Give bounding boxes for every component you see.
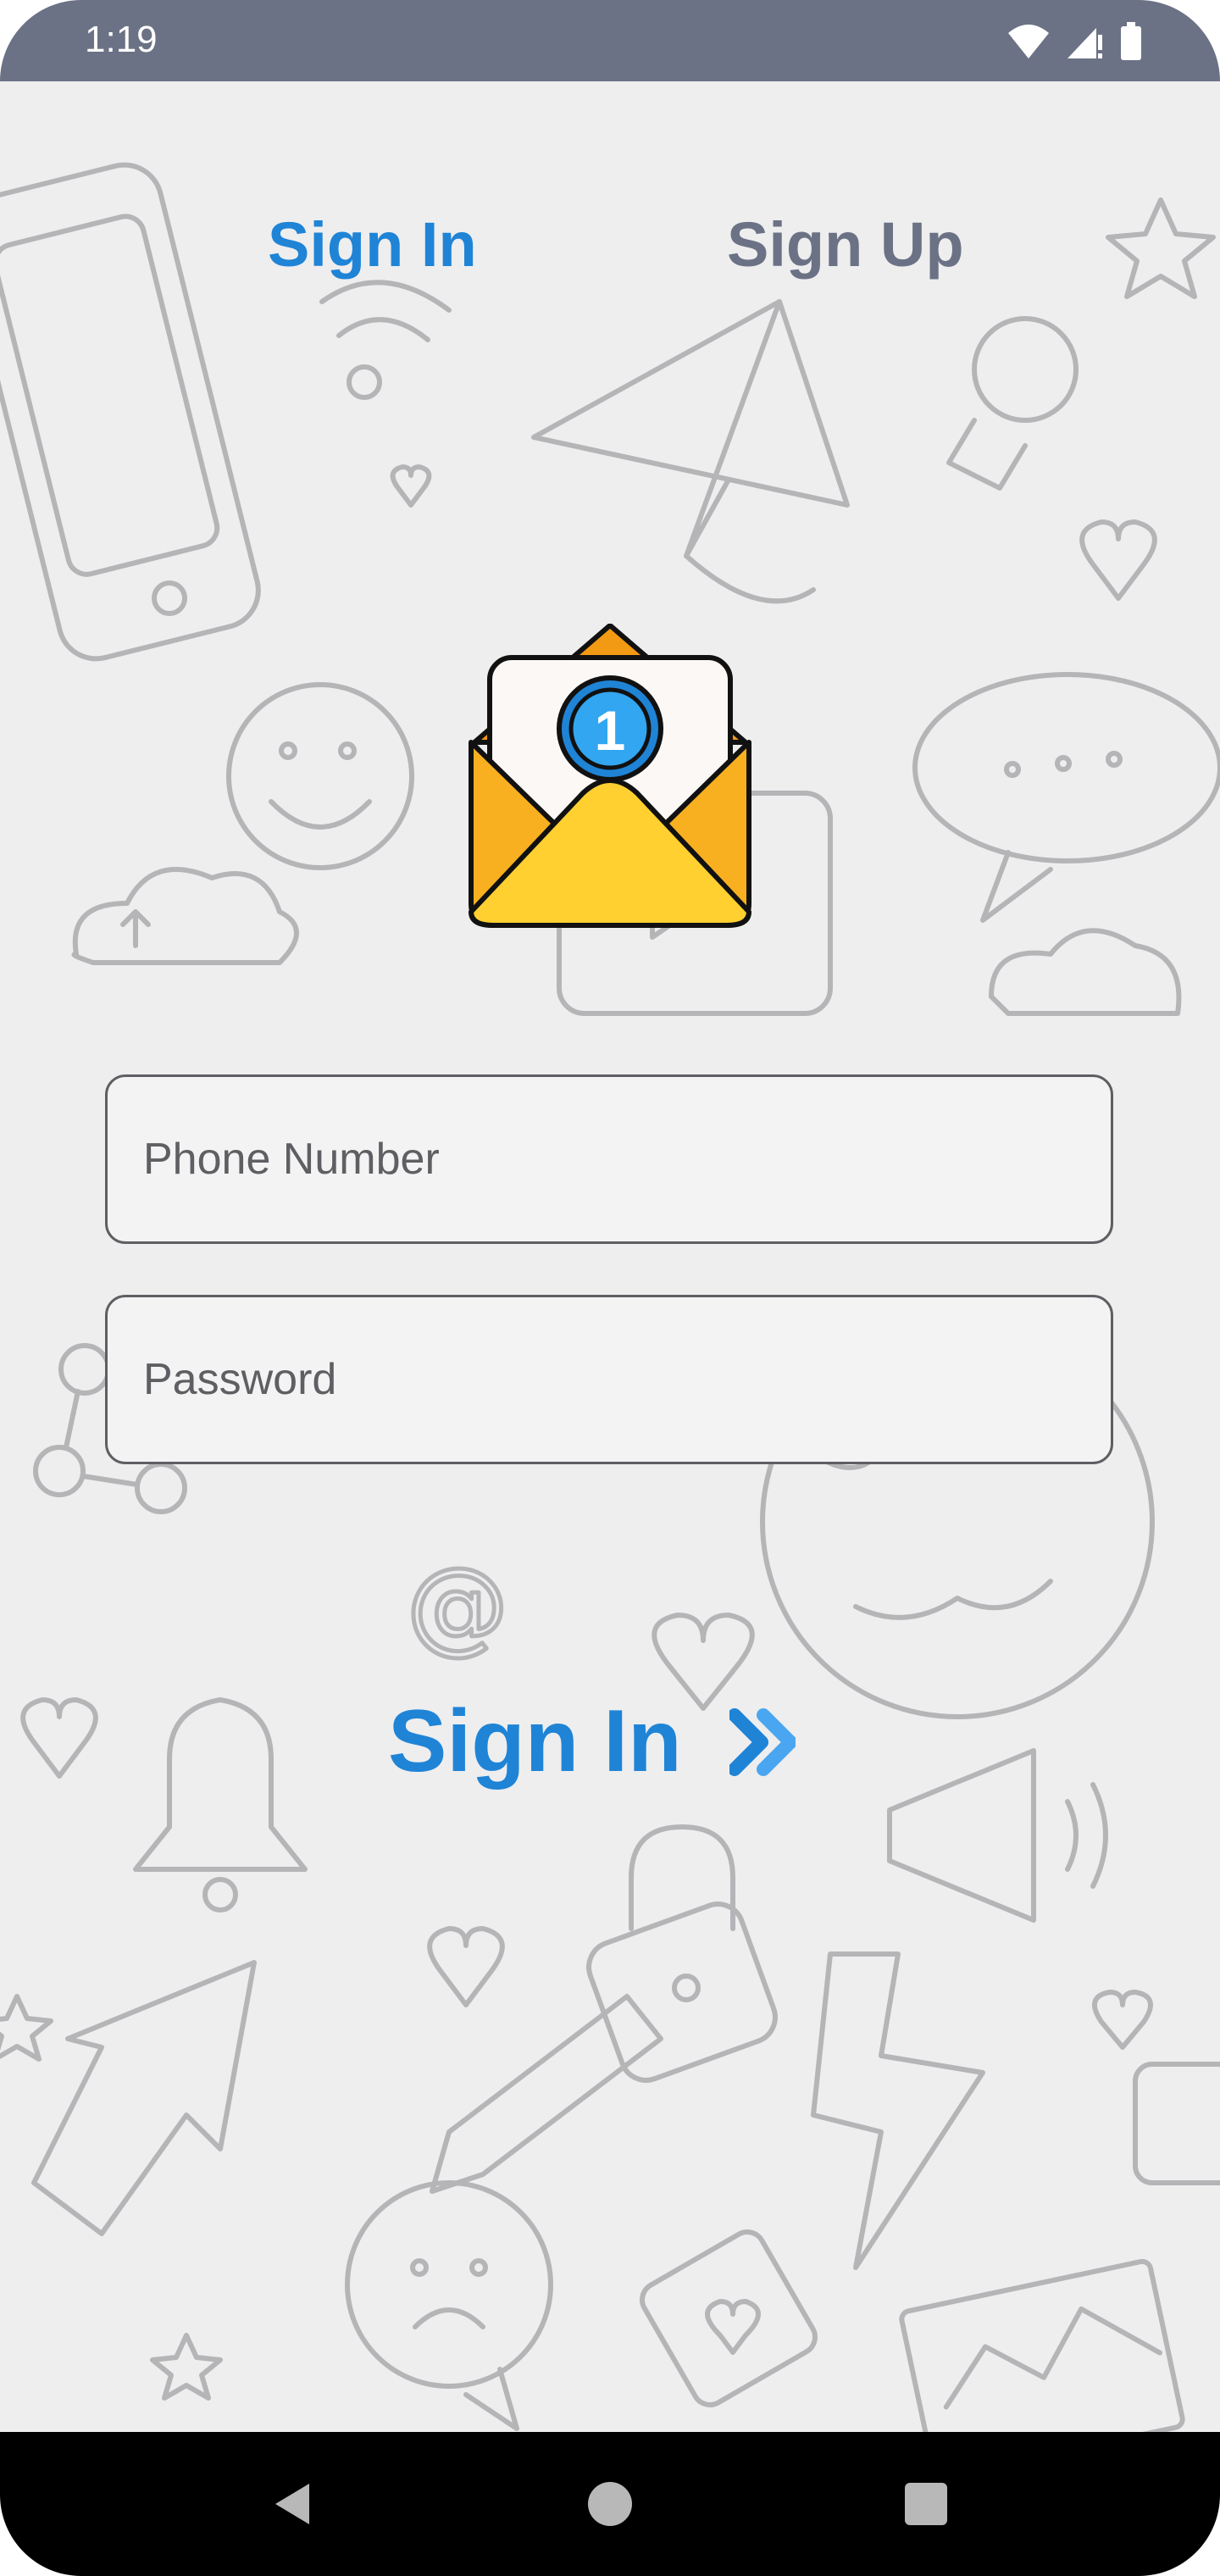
wifi-doodle xyxy=(319,280,452,400)
svg-text:@: @ xyxy=(407,1547,508,1665)
recents-icon xyxy=(905,2483,947,2525)
password-field[interactable] xyxy=(105,1295,1113,1464)
heart-doodle-6 xyxy=(1092,1990,1153,2050)
battery-icon xyxy=(1121,22,1141,60)
image-frames-doodle xyxy=(899,2258,1185,2432)
password-input[interactable] xyxy=(108,1297,1111,1462)
paper-plane-doodle xyxy=(531,299,850,604)
phone-number-input[interactable] xyxy=(108,1077,1111,1241)
heart-doodle-2 xyxy=(390,464,432,508)
double-chevron-right-icon xyxy=(729,1707,796,1776)
cloud-doodle-2 xyxy=(989,928,1182,1016)
tab-sign-in[interactable]: Sign In xyxy=(268,208,477,280)
chat-smile-doodle xyxy=(1133,2062,1220,2185)
pencil-doodle xyxy=(430,1994,663,2194)
cloud-doodle xyxy=(71,867,299,965)
heart-doodle-5 xyxy=(427,1926,505,2007)
tab-sign-up[interactable]: Sign Up xyxy=(727,208,964,280)
bell-doodle xyxy=(133,1697,308,1913)
smiley-doodle xyxy=(226,682,414,870)
lightbulb-doodle xyxy=(946,316,1079,491)
status-time: 1:19 xyxy=(85,19,158,60)
heart-card-doodle xyxy=(640,2229,818,2407)
system-nav-bar xyxy=(0,2432,1220,2576)
heart-doodle xyxy=(1079,519,1157,601)
home-icon xyxy=(588,2482,632,2526)
wifi-icon xyxy=(1008,25,1049,58)
nav-home-button[interactable] xyxy=(572,2466,648,2542)
star-doodle xyxy=(1106,197,1216,299)
status-icons xyxy=(1006,22,1142,61)
hero-illustration: 1 xyxy=(464,623,756,932)
arrow-cursor-doodle xyxy=(31,1960,257,2236)
doodle-background: @ xyxy=(0,162,1220,2432)
megaphone-doodle xyxy=(887,1748,1108,1923)
padlock-doodle xyxy=(586,1824,778,2083)
smartphone-doodle xyxy=(0,162,261,662)
star-doodle-3 xyxy=(0,1994,53,2062)
envelope-notification-icon xyxy=(469,623,751,928)
status-bar: 1:19 xyxy=(0,0,1220,81)
chat-bubble-doodle xyxy=(912,672,1220,923)
lightning-doodle xyxy=(811,1951,985,2270)
nav-recents-button[interactable] xyxy=(888,2466,964,2542)
heart-doodle-4 xyxy=(20,1697,98,1779)
notification-badge-count: 1 xyxy=(594,699,626,762)
star-doodle-2 xyxy=(150,2333,223,2401)
auth-screen: @ Sign In Sign Up 1 Phone Number Sign In xyxy=(0,81,1220,2432)
back-icon xyxy=(275,2484,309,2524)
sign-in-button[interactable]: Sign In xyxy=(388,1691,796,1792)
nav-back-button[interactable] xyxy=(254,2466,330,2542)
sign-in-button-label: Sign In xyxy=(388,1692,682,1790)
cell-signal-icon xyxy=(1068,28,1102,58)
phone-number-field[interactable] xyxy=(105,1074,1113,1244)
phone-screen: 1:19 @ Sign In Sign Up 1 Phone Number Si… xyxy=(0,0,1220,2576)
sad-face-bubble-doodle xyxy=(345,2180,553,2431)
